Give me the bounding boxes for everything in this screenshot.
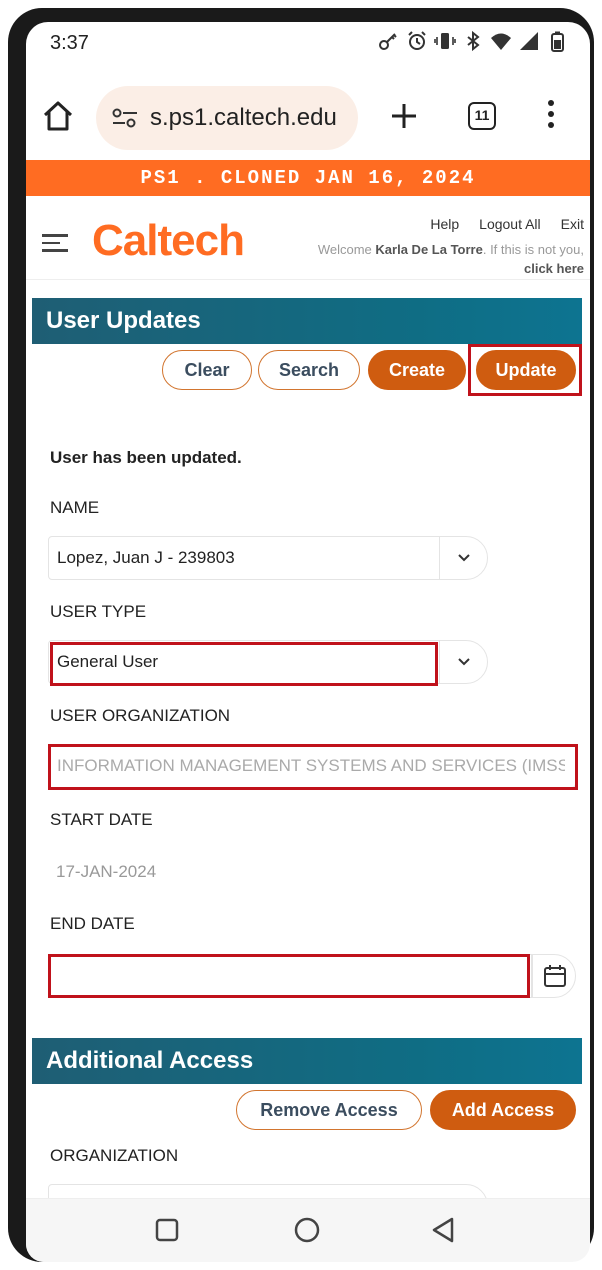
alarm-icon <box>406 30 428 52</box>
user-type-label: USER TYPE <box>50 602 147 621</box>
battery-icon <box>546 30 568 52</box>
search-button[interactable]: Search <box>258 350 360 390</box>
back-nav-icon[interactable] <box>428 1215 458 1245</box>
end-date-label: END DATE <box>50 914 135 933</box>
add-access-button[interactable]: Add Access <box>430 1090 576 1130</box>
user-updates-header: User Updates <box>32 298 582 344</box>
tabs-icon[interactable]: 11 <box>468 102 496 130</box>
name-select[interactable]: Lopez, Juan J - 239803 <box>48 536 488 580</box>
browser-toolbar: s.ps1.caltech.edu 11 <box>26 74 590 160</box>
header-links: Help Logout All Exit <box>430 216 584 232</box>
overflow-menu-icon[interactable] <box>546 100 556 134</box>
android-nav-bar <box>26 1198 590 1262</box>
name-label: NAME <box>50 498 100 517</box>
url-text: s.ps1.caltech.edu <box>150 104 337 131</box>
home-icon[interactable] <box>40 98 76 134</box>
address-bar[interactable]: s.ps1.caltech.edu <box>96 86 358 150</box>
click-here-link[interactable]: click here <box>524 261 584 276</box>
site-header: Caltech Help Logout All Exit Welcome Kar… <box>26 196 590 280</box>
hamburger-menu-icon[interactable] <box>42 234 70 252</box>
clear-button[interactable]: Clear <box>162 350 252 390</box>
welcome-middle: . If this is not you, <box>482 242 584 257</box>
welcome-message: Welcome Karla De La Torre. If this is no… <box>294 240 584 278</box>
user-type-highlight <box>50 642 438 686</box>
status-icons <box>378 30 568 52</box>
recents-icon[interactable] <box>152 1215 182 1245</box>
update-button-highlight <box>468 344 582 396</box>
environment-banner: PS1 . CLONED JAN 16, 2024 <box>26 160 590 196</box>
status-time: 3:37 <box>50 32 89 54</box>
new-tab-icon[interactable] <box>386 96 422 136</box>
chevron-down-icon[interactable] <box>439 641 487 683</box>
organization-label: ORGANIZATION <box>50 1146 179 1165</box>
start-date-label: START DATE <box>50 810 153 829</box>
calendar-icon[interactable] <box>532 954 576 998</box>
additional-access-header: Additional Access <box>32 1038 582 1084</box>
start-date-value: 17-JAN-2024 <box>56 862 157 881</box>
site-settings-icon[interactable] <box>110 106 140 130</box>
signal-icon <box>518 30 540 52</box>
remove-access-button[interactable]: Remove Access <box>236 1090 422 1130</box>
bluetooth-icon <box>462 30 484 52</box>
name-value: Lopez, Juan J - 239803 <box>57 548 235 567</box>
create-button[interactable]: Create <box>368 350 466 390</box>
update-success-message: User has been updated. <box>50 448 242 467</box>
user-organization-label: USER ORGANIZATION <box>50 706 231 725</box>
chevron-down-icon[interactable] <box>439 537 487 579</box>
welcome-user-name: Karla De La Torre <box>375 242 483 257</box>
help-link[interactable]: Help <box>430 216 459 232</box>
exit-link[interactable]: Exit <box>561 216 584 232</box>
status-bar: 3:37 <box>26 22 590 70</box>
user-organization-highlight <box>48 744 578 790</box>
end-date-highlight <box>48 954 530 998</box>
welcome-prefix: Welcome <box>317 242 372 257</box>
key-icon <box>378 30 400 52</box>
logout-all-link[interactable]: Logout All <box>479 216 541 232</box>
home-nav-icon[interactable] <box>292 1215 322 1245</box>
wifi-icon <box>490 30 512 52</box>
vibrate-icon <box>434 30 456 52</box>
phone-screen: 3:37 s.ps1.caltech.edu 11 PS1 . CLONED J… <box>26 22 590 1262</box>
caltech-logo[interactable]: Caltech <box>92 216 245 266</box>
